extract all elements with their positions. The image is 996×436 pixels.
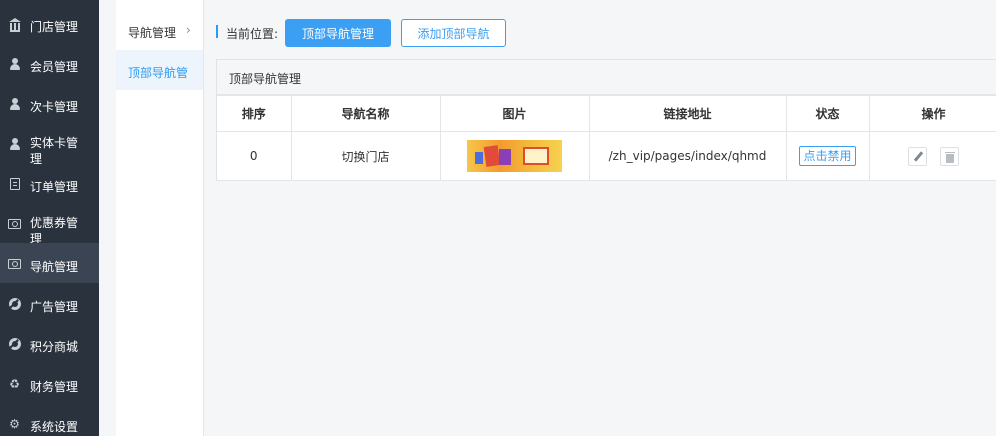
lifebuoy-icon — [8, 297, 21, 310]
sub-sidebar: 导航管理 › 顶部导航管 — [116, 0, 203, 436]
column-header-order: 排序 — [217, 95, 292, 132]
cell-actions — [868, 131, 996, 181]
breadcrumb-marker — [216, 25, 218, 38]
sidebar-item-label: 门店管理 — [30, 20, 79, 34]
cell-name: 切换门店 — [290, 131, 441, 181]
recycle-icon: ♻ — [9, 376, 20, 391]
cell-status: 点击禁用 — [785, 131, 870, 181]
bank-icon — [8, 17, 21, 32]
cell-image — [439, 131, 590, 181]
edit-pencil-icon[interactable] — [907, 146, 927, 166]
sidebar-item-navigation[interactable]: 导航管理 — [0, 243, 99, 283]
column-header-image: 图片 — [439, 95, 590, 132]
sidebar-item-settings[interactable]: ⚙ 系统设置 — [0, 403, 99, 436]
banner-thumbnail — [467, 140, 562, 172]
chevron-right-icon: › — [186, 23, 191, 37]
column-header-actions: 操作 — [868, 95, 996, 132]
gear-icon: ⚙ — [9, 416, 20, 431]
subnav-item-label: 顶部导航管 — [128, 66, 189, 80]
column-header-name: 导航名称 — [290, 95, 441, 132]
document-icon — [8, 177, 21, 190]
breadcrumb-label: 当前位置: — [226, 27, 279, 41]
current-page-button[interactable]: 顶部导航管理 — [285, 19, 391, 47]
sidebar-item-label: 系统设置 — [30, 420, 79, 434]
lifebuoy-icon — [8, 337, 21, 350]
money-icon — [8, 257, 21, 270]
sidebar-item-label: 积分商城 — [30, 340, 79, 354]
sidebar-item-members[interactable]: 会员管理 — [0, 43, 99, 83]
sidebar-item-label: 会员管理 — [30, 60, 79, 74]
sidebar-gap — [99, 0, 116, 436]
subnav-item-top-nav[interactable]: 顶部导航管 — [116, 50, 203, 90]
sidebar-item-stores[interactable]: 门店管理 — [0, 3, 99, 43]
sidebar-item-label: 订单管理 — [30, 180, 79, 194]
sidebar-item-points-mall[interactable]: 积分商城 — [0, 323, 99, 363]
subnav-parent-label: 导航管理 — [128, 26, 177, 40]
subnav-parent-item[interactable]: 导航管理 › — [116, 10, 203, 50]
sidebar-item-label: 财务管理 — [30, 380, 79, 394]
sidebar-item-times-card[interactable]: 次卡管理 — [0, 83, 99, 123]
delete-trash-icon[interactable] — [940, 146, 960, 166]
sidebar-item-label: 导航管理 — [30, 260, 79, 274]
main-sidebar: 门店管理 会员管理 次卡管理 实体卡管理 订单管理 优惠券管理 导航管理 广告管… — [0, 0, 99, 436]
sidebar-item-label: 广告管理 — [30, 300, 79, 314]
user-icon — [8, 57, 21, 70]
cell-order: 0 — [217, 131, 292, 181]
cell-link: /zh_vip/pages/index/qhmd — [588, 131, 787, 181]
column-header-status: 状态 — [785, 95, 870, 132]
sidebar-item-coupons[interactable]: 优惠券管理 — [0, 203, 99, 246]
sidebar-item-label: 次卡管理 — [30, 100, 79, 114]
sidebar-item-physical-card[interactable]: 实体卡管理 — [0, 123, 99, 166]
table-header-row: 排序 导航名称 图片 链接地址 状态 操作 — [217, 95, 996, 132]
sidebar-item-ads[interactable]: 广告管理 — [0, 283, 99, 323]
top-nav-table: 排序 导航名称 图片 链接地址 状态 操作 0 切换门店 /zh_vip/pag… — [217, 95, 996, 181]
main-content: 当前位置: 顶部导航管理 添加顶部导航 顶部导航管理 排序 导航名称 图片 链接… — [204, 0, 996, 436]
panel-header: 顶部导航管理 — [217, 60, 996, 95]
user-icon — [8, 97, 21, 110]
money-icon — [8, 217, 21, 230]
sidebar-item-finance[interactable]: ♻ 财务管理 — [0, 363, 99, 403]
column-header-link: 链接地址 — [588, 95, 787, 132]
user-icon — [8, 137, 21, 150]
sidebar-item-orders[interactable]: 订单管理 — [0, 163, 99, 203]
add-top-nav-button[interactable]: 添加顶部导航 — [401, 19, 506, 47]
top-nav-panel: 顶部导航管理 排序 导航名称 图片 链接地址 状态 操作 0 切换门店 /zh_… — [216, 59, 996, 181]
disable-button[interactable]: 点击禁用 — [799, 146, 856, 166]
panel-title: 顶部导航管理 — [229, 72, 302, 86]
table-row: 0 切换门店 /zh_vip/pages/index/qhmd 点击禁用 — [217, 131, 996, 181]
